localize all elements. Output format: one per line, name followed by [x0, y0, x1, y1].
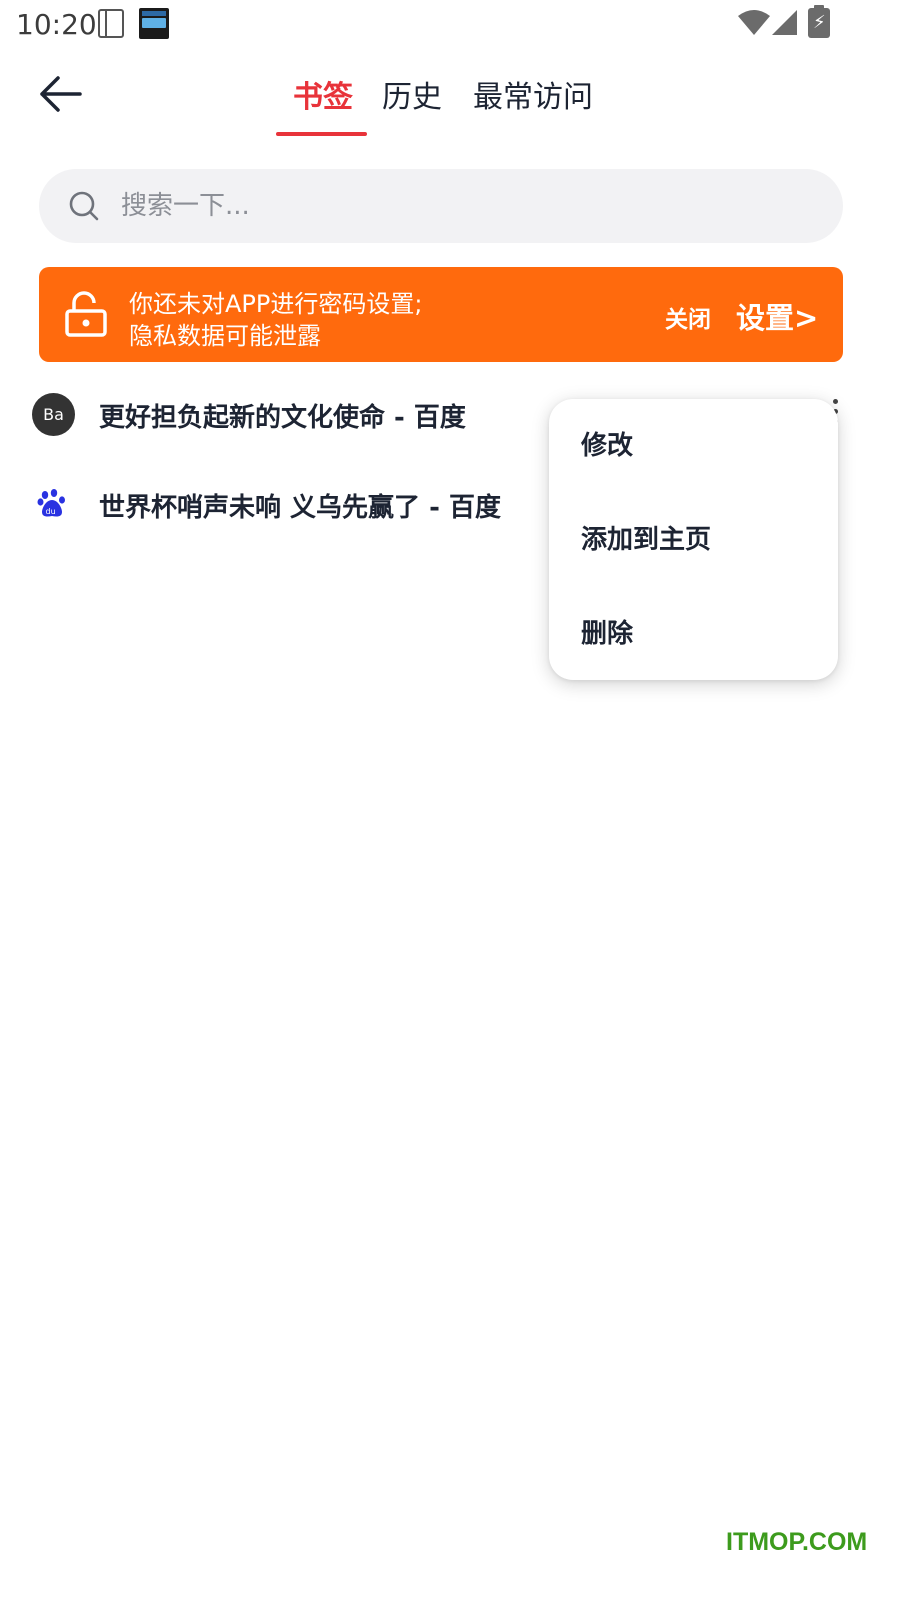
banner-settings-button[interactable]: 设置> [736, 295, 818, 337]
bookmarks-page: 10:20 ⚡ 书签 历史 最常访问 搜索一下... 你还未对APP进行密码设置… [0, 0, 900, 1600]
baidu-paw-icon: du [37, 489, 65, 517]
active-tab-indicator [276, 132, 367, 136]
search-icon [69, 191, 99, 221]
banner-close-button[interactable]: 关闭 [665, 300, 711, 334]
tab-bar: 书签 历史 最常访问 [0, 68, 900, 140]
clock-app-icon [139, 8, 169, 39]
tab-bookmarks[interactable]: 书签 [293, 72, 353, 116]
banner-message-line1: 你还未对APP进行密码设置; [129, 290, 423, 318]
watermark: ITMOP.COM [726, 1528, 868, 1556]
wifi-icon [738, 10, 770, 35]
unlocked-padlock-icon [65, 291, 107, 337]
cellular-signal-icon [772, 10, 797, 35]
battery-charging-icon: ⚡ [808, 5, 830, 38]
search-bar[interactable] [39, 169, 843, 243]
bookmark-title: 更好担负起新的文化使命 - 百度 [99, 403, 466, 433]
status-time: 10:20 [16, 8, 97, 41]
notebook-icon [98, 9, 124, 38]
menu-item-delete[interactable]: 删除 [549, 598, 838, 670]
menu-item-edit[interactable]: 修改 [549, 410, 838, 482]
banner-message-line2: 隐私数据可能泄露 [129, 322, 321, 350]
tab-history[interactable]: 历史 [382, 72, 442, 116]
search-input[interactable] [121, 181, 811, 231]
menu-item-add-to-home[interactable]: 添加到主页 [549, 504, 838, 576]
bookmark-title: 世界杯哨声未响 义乌先赢了 - 百度 [99, 493, 501, 523]
password-warning-banner: 你还未对APP进行密码设置; 隐私数据可能泄露 关闭 设置> [39, 267, 843, 362]
svg-text:du: du [46, 507, 56, 516]
status-bar: 10:20 ⚡ [0, 0, 900, 48]
bookmark-context-menu: 修改 添加到主页 删除 [549, 399, 838, 680]
tab-most-visited[interactable]: 最常访问 [473, 72, 593, 116]
favicon-avatar: Ba [32, 393, 75, 436]
